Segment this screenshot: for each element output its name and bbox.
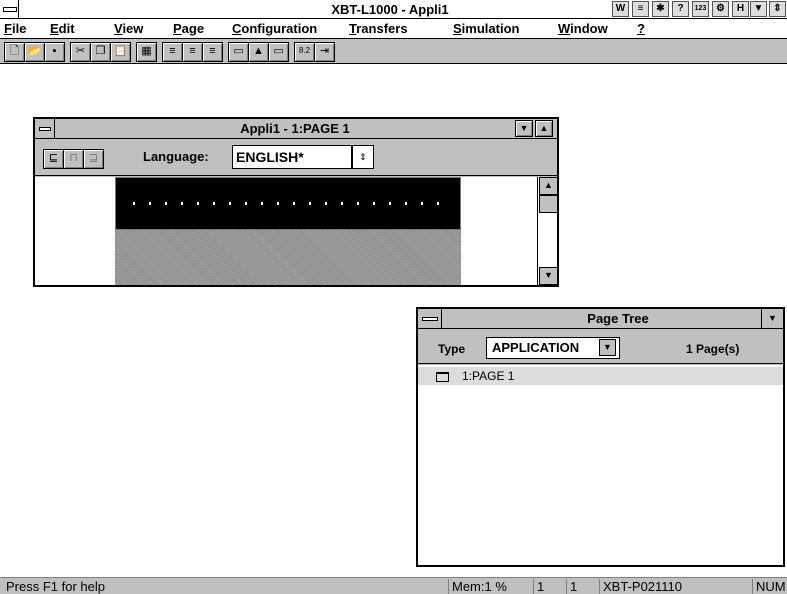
page-tree-window: Page Tree ▼ Type APPLICATION ▼ 1 Page(s)… — [416, 307, 785, 567]
page-count: 1 Page(s) — [686, 342, 740, 356]
display-dot — [213, 202, 215, 205]
page-editor-window: Appli1 - 1:PAGE 1 ▼ ▲ ⊑ ⊓ ⊒ Language: EN… — [33, 117, 559, 287]
tree-system-menu-button[interactable] — [418, 309, 442, 328]
open-folder-icon[interactable]: 📂 — [24, 42, 45, 62]
display-dot — [229, 202, 231, 205]
scroll-down-icon[interactable]: ▼ — [539, 267, 558, 285]
display-dot — [373, 202, 375, 205]
window-title: XBT-L1000 - Appli1 — [331, 2, 449, 17]
title-bar: XBT-L1000 - Appli1 W ≡ ✱ ? 123 ⚙ H ▼ ⇕ — [0, 0, 787, 19]
toolbar: 🗋 📂 ▪ ✂ ❐ 📋 ▦ ≡ ≡ ≡ ▭ ▲ ▭ 8.2 ⇥ — [0, 39, 787, 64]
tree-item-label: 1:PAGE 1 — [462, 369, 515, 383]
numbers-icon[interactable]: 123 — [692, 1, 709, 17]
menu-edit[interactable]: Edit — [50, 21, 75, 36]
display-dot — [245, 202, 247, 205]
page-tree-title: Page Tree — [587, 311, 649, 326]
w-icon[interactable]: W — [612, 1, 629, 17]
page-prev-icon[interactable]: ⊑ — [43, 149, 64, 169]
help-icon[interactable]: ? — [672, 1, 689, 17]
display-dot — [421, 202, 423, 205]
status-terminal: XBT-P021110 — [599, 579, 682, 594]
child-minimize-button[interactable]: ▼ — [515, 120, 533, 137]
child-maximize-button[interactable]: ▲ — [535, 120, 553, 137]
menu-simulation[interactable]: Simulation — [453, 21, 519, 36]
display-dot — [389, 202, 391, 205]
status-memory: Mem:1 % — [448, 579, 507, 594]
language-select[interactable]: ENGLISH* — [232, 145, 352, 169]
tree-item[interactable]: 1:PAGE 1 — [418, 367, 783, 385]
align-left-icon[interactable]: ≡ — [162, 42, 183, 62]
page-tree-toolbar: Type APPLICATION ▼ 1 Page(s) — [418, 330, 783, 364]
menu-transfers[interactable]: Transfers — [349, 21, 408, 36]
page-editor-title: Appli1 - 1:PAGE 1 — [240, 121, 350, 136]
status-num-lock: NUM — [752, 579, 786, 594]
display-dot — [405, 202, 407, 205]
menu-help[interactable]: ? — [637, 21, 645, 36]
field-icon[interactable]: 8.2 — [294, 42, 315, 62]
page-canvas[interactable] — [35, 177, 537, 285]
child-system-menu-button[interactable] — [35, 119, 55, 138]
language-dropdown-icon[interactable]: ⇕ — [352, 145, 374, 169]
page-editor-title-bar: Appli1 - 1:PAGE 1 ▼ ▲ — [35, 119, 557, 139]
display-dot — [309, 202, 311, 205]
display-dot — [277, 202, 279, 205]
gear-icon[interactable]: ✱ — [652, 1, 669, 17]
scroll-up-icon[interactable]: ▲ — [539, 177, 558, 195]
minimize-button[interactable]: ▼ — [750, 1, 767, 17]
terminal-keypad-area[interactable] — [115, 230, 461, 285]
display-dot — [165, 202, 167, 205]
page-link-icon[interactable]: ⊓ — [63, 149, 84, 169]
menu-view[interactable]: View — [114, 21, 143, 36]
status-field-1: 1 — [533, 579, 544, 594]
status-help-text: Press F1 for help — [6, 579, 105, 594]
type-label: Type — [438, 342, 466, 356]
vertical-scrollbar[interactable]: ▲ ▼ — [537, 177, 558, 285]
pattern-icon[interactable]: ▦ — [136, 42, 157, 62]
menu-bar: File Edit View Page Configuration Transf… — [0, 19, 787, 39]
page-icon — [436, 372, 449, 382]
display-dot — [149, 202, 151, 205]
paste-icon[interactable]: 📋 — [110, 42, 131, 62]
h-icon[interactable]: H — [732, 1, 749, 17]
copy-icon[interactable]: ❐ — [90, 42, 111, 62]
scroll-thumb[interactable] — [539, 195, 558, 213]
display-dot — [133, 202, 135, 205]
rectangle-icon[interactable]: ▭ — [228, 42, 249, 62]
display-dot — [261, 202, 263, 205]
status-field-2: 1 — [566, 579, 577, 594]
display-dot — [181, 202, 183, 205]
cut-icon[interactable]: ✂ — [70, 42, 91, 62]
menu-page[interactable]: Page — [173, 21, 204, 36]
link-icon[interactable]: ⇥ — [314, 42, 335, 62]
save-icon[interactable]: ▪ — [44, 42, 65, 62]
page-editor-toolbar: ⊑ ⊓ ⊒ Language: ENGLISH* ⇕ — [35, 140, 557, 176]
menu-window[interactable]: Window — [558, 21, 608, 36]
align-right-icon[interactable]: ≡ — [202, 42, 223, 62]
display-dot — [197, 202, 199, 205]
display-dot — [437, 202, 439, 205]
restore-button[interactable]: ⇕ — [769, 1, 786, 17]
display-dot — [293, 202, 295, 205]
warning-icon[interactable]: ▲ — [248, 42, 269, 62]
type-dropdown-icon[interactable]: ▼ — [599, 339, 616, 356]
frame-icon[interactable]: ▭ — [268, 42, 289, 62]
tree-minimize-button[interactable]: ▼ — [761, 309, 783, 328]
page-tree-list: 1:PAGE 1 — [418, 365, 783, 565]
list-icon[interactable]: ≡ — [632, 1, 649, 17]
menu-configuration[interactable]: Configuration — [232, 21, 317, 36]
display-dot — [325, 202, 327, 205]
page-tree-title-bar: Page Tree ▼ — [418, 309, 783, 329]
align-center-icon[interactable]: ≡ — [182, 42, 203, 62]
new-file-icon[interactable]: 🗋 — [4, 42, 25, 62]
terminal-display-area[interactable] — [115, 177, 461, 230]
tools-icon[interactable]: ⚙ — [712, 1, 729, 17]
menu-file[interactable]: File — [4, 21, 26, 36]
language-label: Language: — [143, 149, 209, 164]
display-dot — [341, 202, 343, 205]
display-dot — [357, 202, 359, 205]
status-bar: Press F1 for help Mem:1 % 1 1 XBT-P02111… — [0, 577, 787, 594]
page-next-icon[interactable]: ⊒ — [83, 149, 104, 169]
system-menu-button[interactable] — [0, 0, 19, 18]
